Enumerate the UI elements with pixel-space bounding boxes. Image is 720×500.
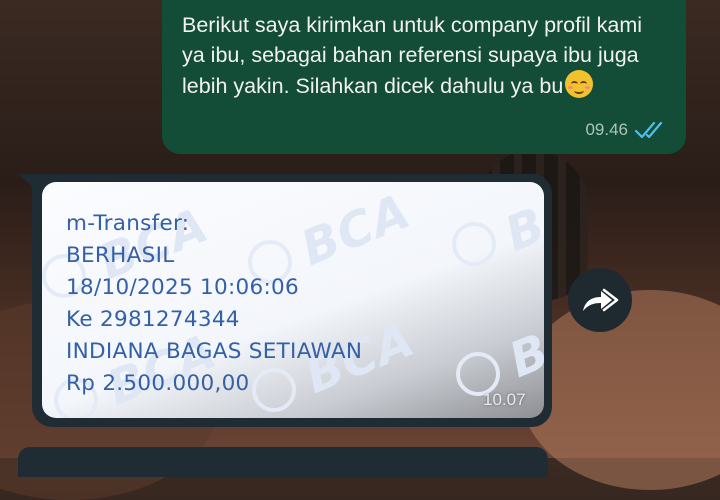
bca-watermark-logo (452, 222, 496, 266)
receipt-line-service: m-Transfer: (66, 211, 190, 236)
outgoing-message-meta: 09.46 (585, 120, 666, 140)
bca-watermark: BCA (497, 182, 544, 263)
forward-icon (583, 288, 619, 312)
outgoing-message-bubble[interactable]: Berikut saya kirimkan untuk company prof… (162, 0, 686, 154)
bca-watermark: BCA (501, 295, 544, 389)
receipt-line-account: Ke 2981274344 (66, 307, 240, 332)
smiling-face-emoji-icon (565, 70, 594, 98)
receipt-details: m-Transfer: BERHASIL 18/10/2025 10:06:06… (66, 208, 362, 400)
transfer-receipt-image[interactable]: BCA BCA BCA BCA BCA BCA m-Transfer: BERH… (42, 182, 544, 418)
receipt-line-recipient: INDIANA BAGAS SETIAWAN (66, 339, 363, 364)
receipt-line-status: BERHASIL (66, 243, 175, 268)
double-check-read-icon (634, 121, 663, 139)
receipt-line-datetime: 18/10/2025 10:06:06 (66, 275, 300, 300)
forward-button[interactable] (568, 268, 632, 332)
receipt-line-amount: Rp 2.500.000,00 (66, 371, 250, 396)
outgoing-message-time: 09.46 (585, 120, 628, 139)
outgoing-message-text: Berikut saya kirimkan untuk company prof… (182, 13, 643, 98)
incoming-message-time: 10.07 (483, 390, 526, 409)
next-message-bubble (18, 447, 548, 477)
